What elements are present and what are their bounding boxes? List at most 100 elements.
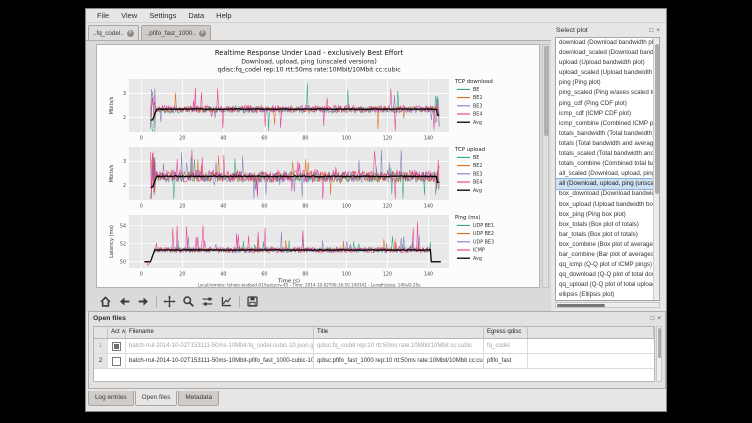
menu-bar: FileViewSettingsDataHelp [86,9,666,23]
plot-list-container: download (Download bandwidth plot)downlo… [555,37,660,301]
plot-list-item[interactable]: ping_cdf (Ping CDF plot) [556,99,654,109]
svg-text:140: 140 [424,204,433,210]
svg-text:2: 2 [123,183,126,189]
forward-button[interactable] [134,294,153,309]
column-header-filler [528,327,654,338]
column-header-Filename[interactable]: Filename [126,327,314,338]
plot-list-item[interactable]: box_download (Download bandwidth b [556,189,654,199]
plot-list-item[interactable]: box_totals (Box plot of totals) [556,220,654,230]
svg-text:0: 0 [140,272,143,278]
panel-close-icon[interactable]: × [657,315,661,322]
svg-text:TCP upload: TCP upload [454,147,485,153]
subplots-button[interactable] [198,294,217,309]
svg-text:40: 40 [220,136,226,142]
plot-list-item[interactable]: qq_upload (Q-Q plot of total upload ba [556,280,654,290]
pan-button[interactable] [160,294,179,309]
plot-list-item[interactable]: totals (Total bandwidth and average pin [556,139,654,149]
plot-list-item[interactable]: download_scaled (Download bandwidth [556,48,654,58]
column-header-Egress qdisc[interactable]: Egress qdisc [484,327,528,338]
zoom-button[interactable] [179,294,198,309]
document-tab[interactable]: ..fq_codel..× [88,25,139,40]
plot-list-item[interactable]: totals_bandwidth (Total bandwidth) [556,129,654,139]
act-cell [108,354,126,368]
menu-item-data[interactable]: Data [182,9,210,22]
axes-chart-icon [220,295,233,308]
plot-list-item[interactable]: box_ping (Ping box plot) [556,210,654,220]
scrollbar-thumb[interactable] [557,304,605,308]
plot-list-item[interactable]: box_combine (Box plot of averages of s [556,240,654,250]
svg-text:BE2: BE2 [473,163,482,169]
svg-text:Download, upload, ping (unscal: Download, upload, ping (unscaled version… [241,59,377,66]
svg-text:140: 140 [424,136,433,142]
plot-list-item[interactable]: all_scaled (Download, upload, ping (scal [556,169,654,179]
column-header-Title[interactable]: Title [314,327,484,338]
filename-cell: batch-rrul-2014-10-02T153111-50ms-10Mbit… [126,339,314,353]
menu-item-settings[interactable]: Settings [143,9,182,22]
tab-close-icon[interactable]: × [199,30,206,37]
active-checkbox[interactable] [112,342,121,351]
plot-list-item[interactable]: ellipsis (Ellipsis plot) [556,290,654,300]
back-button[interactable] [115,294,134,309]
svg-text:Avg: Avg [473,120,482,126]
plot-list-hscrollbar[interactable] [555,302,660,308]
open-files-scrollbar[interactable] [656,326,662,382]
svg-text:qdisc:fq_codel rep:10 rtt:50ms: qdisc:fq_codel rep:10 rtt:50ms rate:10Mb… [217,67,401,74]
column-header-Act[interactable]: Act ∧ [108,327,126,338]
svg-text:UDP BE3: UDP BE3 [473,239,494,245]
svg-text:UDP BE1: UDP BE1 [473,223,494,229]
plot-list-item[interactable]: totals_combine (Combined total bandw [556,159,654,169]
customize-button[interactable] [217,294,236,309]
plot-list-item[interactable]: download (Download bandwidth plot) [556,38,654,48]
plot-list-item[interactable]: bar_totals (Box plot of totals) [556,230,654,240]
bottom-tab-open-files[interactable]: Open files [135,391,178,406]
svg-text:3: 3 [123,159,126,165]
svg-text:80: 80 [302,136,308,142]
bottom-tab-metadata[interactable]: Metadata [178,391,219,406]
scrollbar-thumb[interactable] [655,44,659,194]
main-content: Realtime Response Under Load - exclusive… [86,40,551,312]
plot-list-item[interactable]: totals_scaled (Total bandwidth and aver [556,149,654,159]
plot-list-item[interactable]: ping (Ping plot) [556,78,654,88]
open-files-title: Open files [93,315,647,322]
scrollbar-thumb[interactable] [544,46,549,136]
svg-text:100: 100 [342,204,351,210]
column-header-num[interactable] [94,327,108,338]
menu-item-help[interactable]: Help [210,9,237,22]
menu-item-file[interactable]: File [91,9,115,22]
menu-item-view[interactable]: View [115,9,143,22]
tab-close-icon[interactable]: × [127,30,134,37]
plot-list-item[interactable]: qq_download (Q-Q plot of total downlo [556,270,654,280]
document-tab[interactable]: ..pfifo_fast_1000..× [141,25,211,40]
table-row[interactable]: 1batch-rrul-2014-10-02T153111-50ms-10Mbi… [94,339,654,354]
plot-list-item[interactable]: ping_scaled (Ping w/axes scaled to remo [556,88,654,98]
toolbar-separator [239,296,240,308]
plot-list-item[interactable]: qq_icmp (Q-Q plot of ICMP pings) [556,260,654,270]
home-button[interactable] [96,294,115,309]
plot-list-item[interactable]: icmp_cdf (ICMP CDF plot) [556,109,654,119]
svg-text:2: 2 [123,115,126,121]
pan-move-icon [163,295,176,308]
dock-float-icon[interactable]: □ [649,27,653,34]
table-row[interactable]: 2batch-rrul-2014-10-02T153111-50ms-10Mbi… [94,354,654,369]
plot-list-item[interactable]: icmp_combine (Combined ICMP ping pl [556,119,654,129]
plot-list-item[interactable]: bar_combine (Bar plot of averages of se [556,250,654,260]
plot-list-item[interactable]: all (Download, upload, ping (unscaled v [556,179,654,189]
plot-list-item[interactable]: upload (Upload bandwidth plot) [556,58,654,68]
bottom-tab-bar: Log entriesOpen filesMetadata [88,391,220,407]
svg-text:3: 3 [123,91,126,97]
plot-list-item[interactable]: upload_scaled (Upload bandwidth w/ax [556,68,654,78]
active-checkbox[interactable] [112,357,121,366]
save-button[interactable] [243,294,262,309]
plot-scrollbar[interactable] [542,44,549,288]
screenshot-stage: FileViewSettingsDataHelp ..fq_codel..×..… [0,0,752,423]
svg-text:BE2: BE2 [473,95,482,101]
svg-text:BE3: BE3 [473,103,482,109]
svg-text:Avg: Avg [473,256,482,262]
bottom-tab-log-entries[interactable]: Log entries [88,391,134,406]
plot-list-item[interactable]: box_upload (Upload bandwidth box plo [556,200,654,210]
dock-close-icon[interactable]: × [656,27,660,34]
plot-list-scrollbar[interactable] [653,38,659,300]
scrollbar-thumb[interactable] [658,328,662,358]
document-tab-label: ..fq_codel.. [93,30,124,37]
panel-float-icon[interactable]: □ [650,315,654,322]
